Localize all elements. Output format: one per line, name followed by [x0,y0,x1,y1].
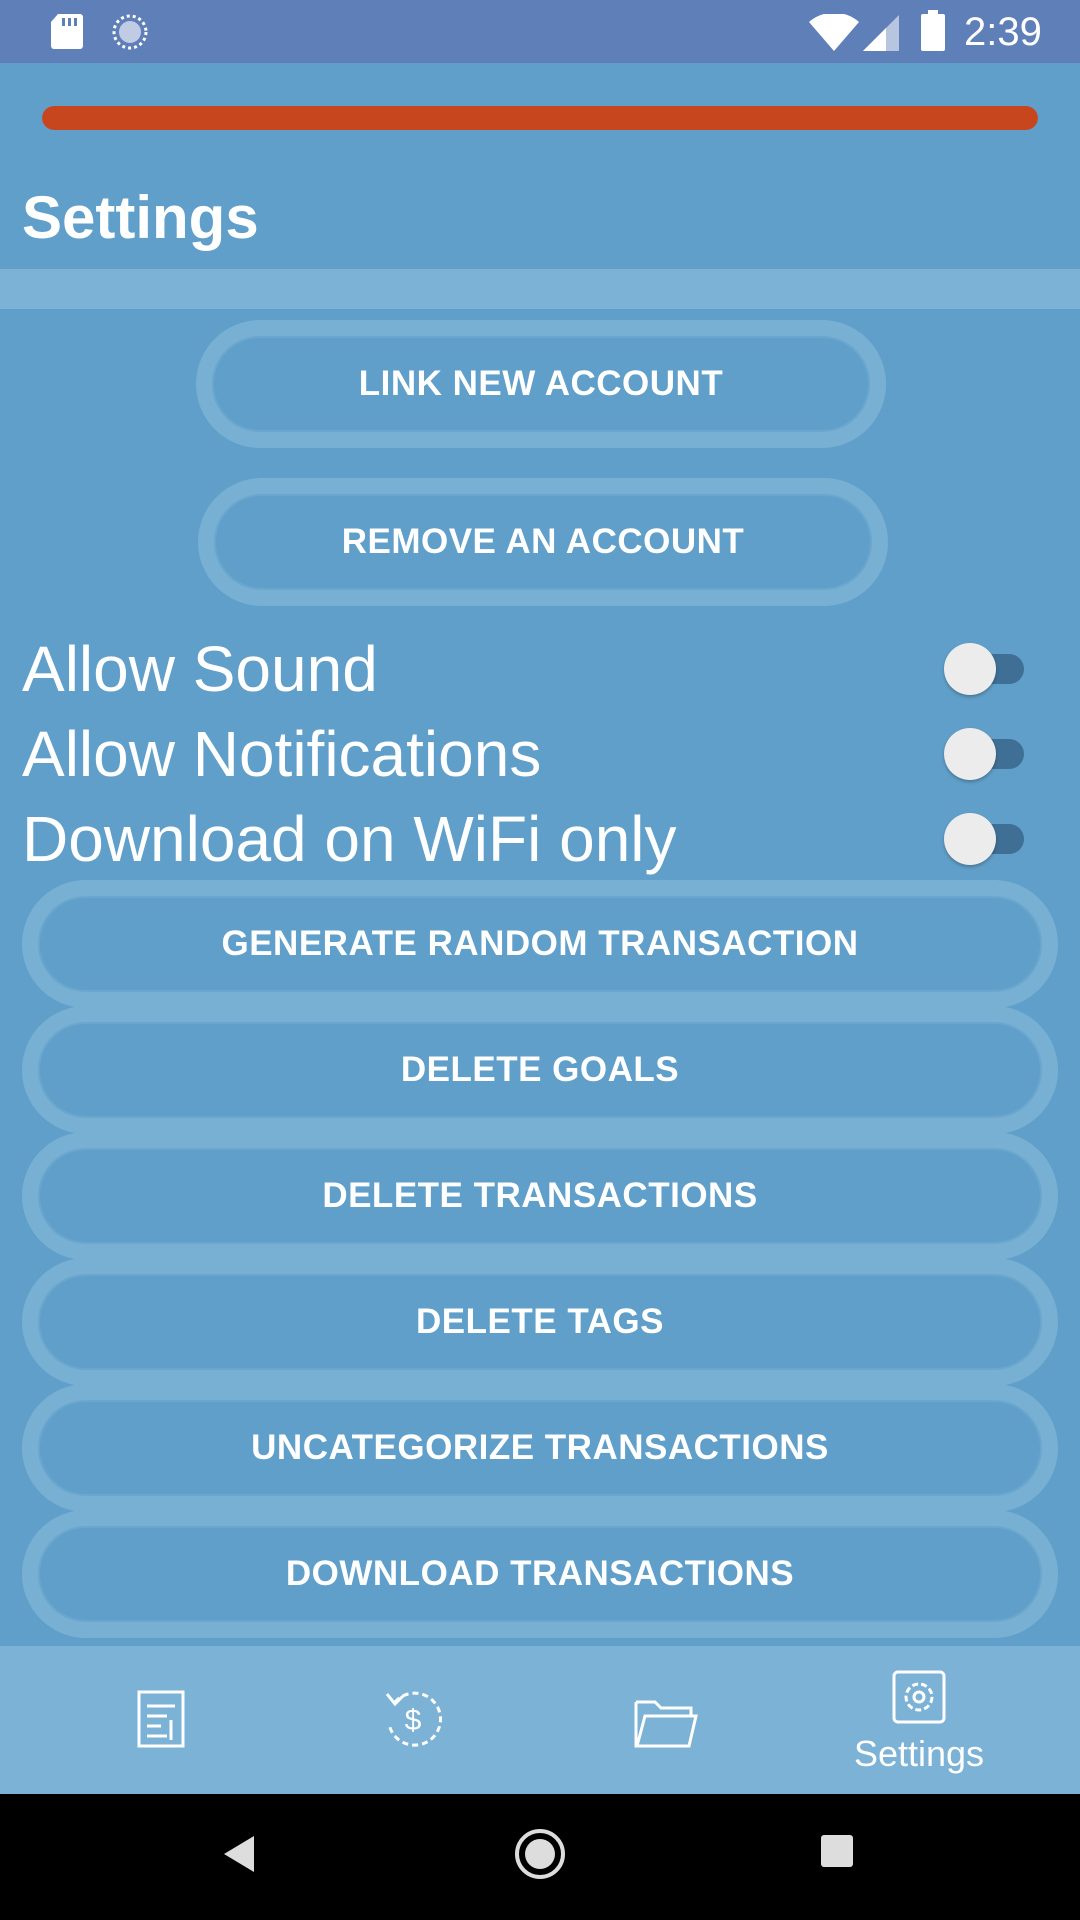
allow-notifications-toggle[interactable] [944,728,1028,780]
sd-card-icon [51,14,83,49]
setting-row-allow-notifications: Allow Notifications [0,712,1080,796]
status-bar: 2:39 [0,0,1080,63]
allow-sound-toggle[interactable] [944,643,1028,695]
allow-sound-label: Allow Sound [22,633,378,705]
setting-row-download-wifi-only: Download on WiFi only [0,797,1080,881]
setting-row-allow-sound: Allow Sound [0,627,1080,711]
download-wifi-only-toggle[interactable] [944,813,1028,865]
status-clock: 2:39 [964,10,1042,54]
progress-bar [42,106,1038,130]
nav-settings-label: Settings [853,1733,985,1774]
delete-tags-button[interactable]: DELETE TAGS [22,1258,1058,1386]
nav-item-transactions[interactable] [25,1646,295,1794]
document-list-icon [137,1690,185,1748]
bottom-nav: $ Settings [0,1646,1080,1794]
link-new-account-button[interactable]: LINK NEW ACCOUNT [196,320,886,448]
delete-goals-button[interactable]: DELETE GOALS [22,1006,1058,1134]
header-divider [0,269,1080,309]
home-icon[interactable] [514,1828,566,1880]
delete-transactions-button[interactable]: DELETE TRANSACTIONS [22,1132,1058,1260]
svg-text:$: $ [405,1704,422,1737]
system-nav-bar [0,1794,1080,1920]
toggle-thumb [944,643,996,695]
dollar-history-icon: $ [385,1691,443,1747]
allow-notifications-label: Allow Notifications [22,718,542,790]
download-transactions-button[interactable]: DOWNLOAD TRANSACTIONS [22,1510,1058,1638]
nav-item-history[interactable]: $ [277,1646,547,1794]
nav-item-folders[interactable] [529,1646,799,1794]
back-icon[interactable] [222,1834,256,1874]
generate-random-transaction-button[interactable]: GENERATE RANDOM TRANSACTION [22,880,1058,1008]
gear-icon [892,1670,946,1724]
nav-item-settings[interactable]: Settings [784,1646,1054,1794]
wifi-icon [809,14,859,51]
toggle-thumb [944,813,996,865]
battery-icon [921,10,945,51]
page-title: Settings [22,184,259,251]
recents-icon[interactable] [820,1834,854,1868]
progress-fill [42,106,1038,130]
download-wifi-only-label: Download on WiFi only [22,803,677,875]
folder-icon [634,1700,698,1748]
sync-icon [112,14,148,50]
remove-account-button[interactable]: REMOVE AN ACCOUNT [198,478,888,606]
toggle-thumb [944,728,996,780]
uncategorize-transactions-button[interactable]: UNCATEGORIZE TRANSACTIONS [22,1384,1058,1512]
cell-signal-icon [863,15,899,51]
